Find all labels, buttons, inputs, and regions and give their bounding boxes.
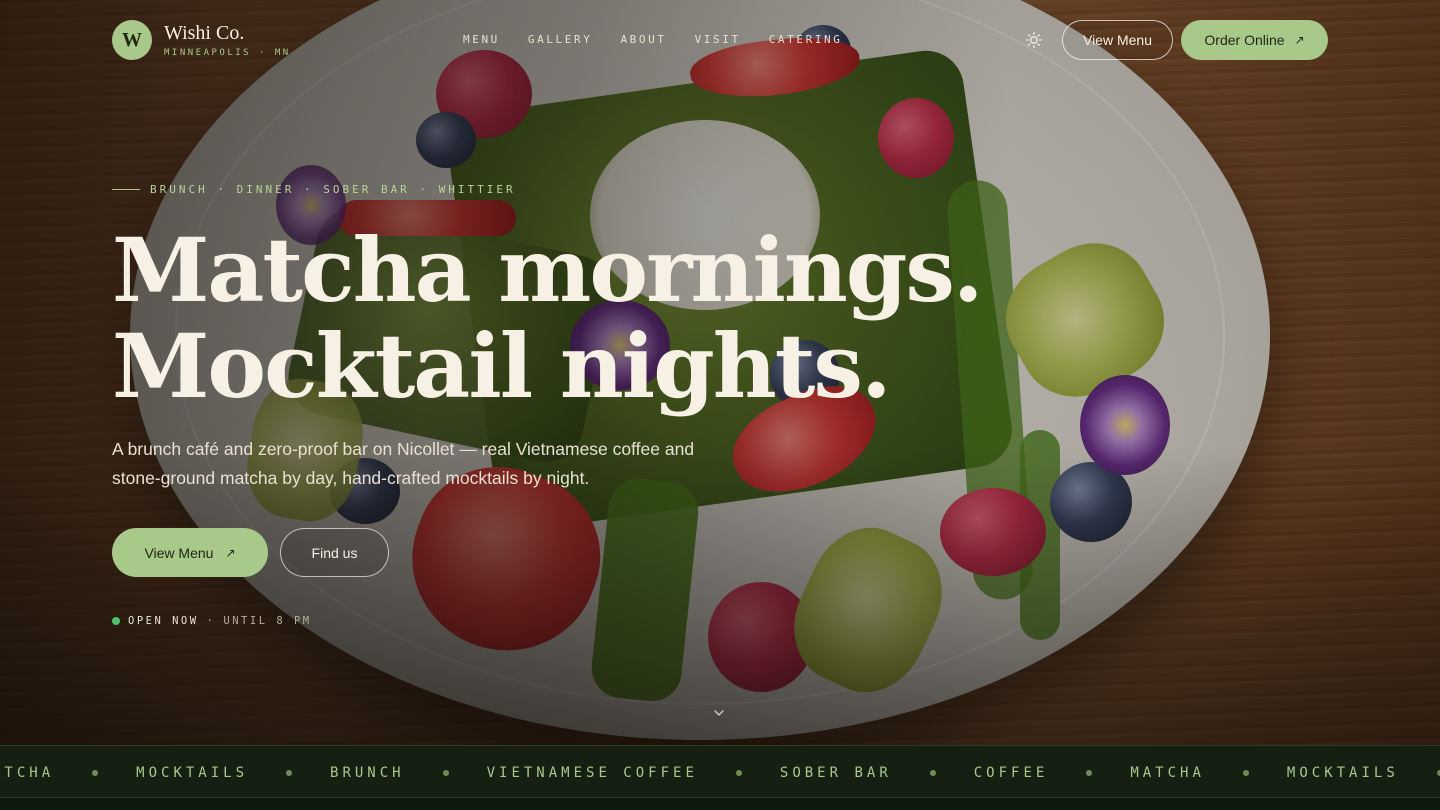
status-open-text: OPEN NOW <box>128 615 199 627</box>
below-fold-strip <box>0 798 1440 810</box>
ticker-item: COFFEE <box>973 764 1049 781</box>
view-menu-label: View Menu <box>1082 32 1152 48</box>
brand-text: Wishi Co. MINNEAPOLIS · MN <box>164 22 291 58</box>
open-status: OPEN NOW · UNTIL 8 PM <box>112 615 312 627</box>
nav-link-about[interactable]: ABOUT <box>620 33 666 46</box>
find-us-button[interactable]: Find us <box>280 528 389 577</box>
ticker-dot <box>92 769 99 776</box>
ticker-item: BRUNCH <box>330 764 405 781</box>
eyebrow-text: BRUNCH · DINNER · SOBER BAR · WHITTIER <box>150 183 516 196</box>
order-online-button[interactable]: Order Online ↗ <box>1181 20 1328 60</box>
ticker-dot <box>442 769 449 776</box>
find-us-label: Find us <box>311 544 358 561</box>
chevron-down-icon <box>714 710 724 716</box>
ticker-item: MATCHA <box>1130 764 1205 781</box>
hero-view-menu-button[interactable]: View Menu ↗ <box>112 528 268 577</box>
brand-name: Wishi Co. <box>164 22 245 44</box>
eyebrow-line <box>112 189 140 190</box>
nav-link-catering[interactable]: CATERING <box>769 33 843 46</box>
nav-links: MENU GALLERY ABOUT VISIT CATERING <box>463 33 842 46</box>
scroll-down-button[interactable] <box>711 705 727 726</box>
ticker-track: ATCHA MOCKTAILS BRUNCH VIETNAMESE COFFEE… <box>0 746 1440 797</box>
hero-headline: Matcha mornings. Mocktail nights. <box>112 222 1012 414</box>
arrow-up-right-icon: ↗ <box>1294 33 1305 47</box>
view-menu-button[interactable]: View Menu <box>1062 20 1173 60</box>
brand-location: MINNEAPOLIS · MN <box>164 48 291 58</box>
ticker-item: VIETNAMESE COFFEE <box>486 764 698 781</box>
status-dot <box>112 617 120 625</box>
ticker-item: SOBER BAR <box>779 764 892 781</box>
arrow-up-right-icon: ↗ <box>225 545 236 560</box>
status-separator: · <box>206 615 216 627</box>
hero-view-menu-label: View Menu <box>144 544 214 561</box>
top-nav: W Wishi Co. MINNEAPOLIS · MN MENU GALLER… <box>0 0 1440 80</box>
nav-link-visit[interactable]: VISIT <box>695 33 741 46</box>
ticker-dot <box>1086 769 1093 776</box>
nav-link-gallery[interactable]: GALLERY <box>528 33 593 46</box>
order-online-label: Order Online <box>1204 32 1285 48</box>
ticker-dot <box>929 769 936 776</box>
nav-link-menu[interactable]: MENU <box>463 33 500 46</box>
ticker-dot <box>735 769 742 776</box>
logo-mark: W <box>112 20 152 60</box>
ticker-item: ATCHA <box>0 764 55 781</box>
headline-line-2: Mocktail nights. <box>112 314 892 418</box>
ticker-item: MOCKTAILS <box>136 764 249 781</box>
hero-eyebrow: BRUNCH · DINNER · SOBER BAR · WHITTIER <box>112 183 516 196</box>
headline-line-1: Matcha mornings. <box>112 218 984 322</box>
theme-toggle-button[interactable] <box>1020 26 1048 54</box>
logo[interactable]: W Wishi Co. MINNEAPOLIS · MN <box>112 20 291 60</box>
hero-description: A brunch café and zero-proof bar on Nico… <box>112 439 695 488</box>
ticker-item: MOCKTAILS <box>1286 764 1399 781</box>
sun-icon <box>1025 31 1043 49</box>
ticker-dot <box>286 769 293 776</box>
marquee-ticker: ATCHA MOCKTAILS BRUNCH VIETNAMESE COFFEE… <box>0 745 1440 798</box>
ticker-dot <box>1242 769 1249 776</box>
status-hours: UNTIL 8 PM <box>223 615 312 627</box>
